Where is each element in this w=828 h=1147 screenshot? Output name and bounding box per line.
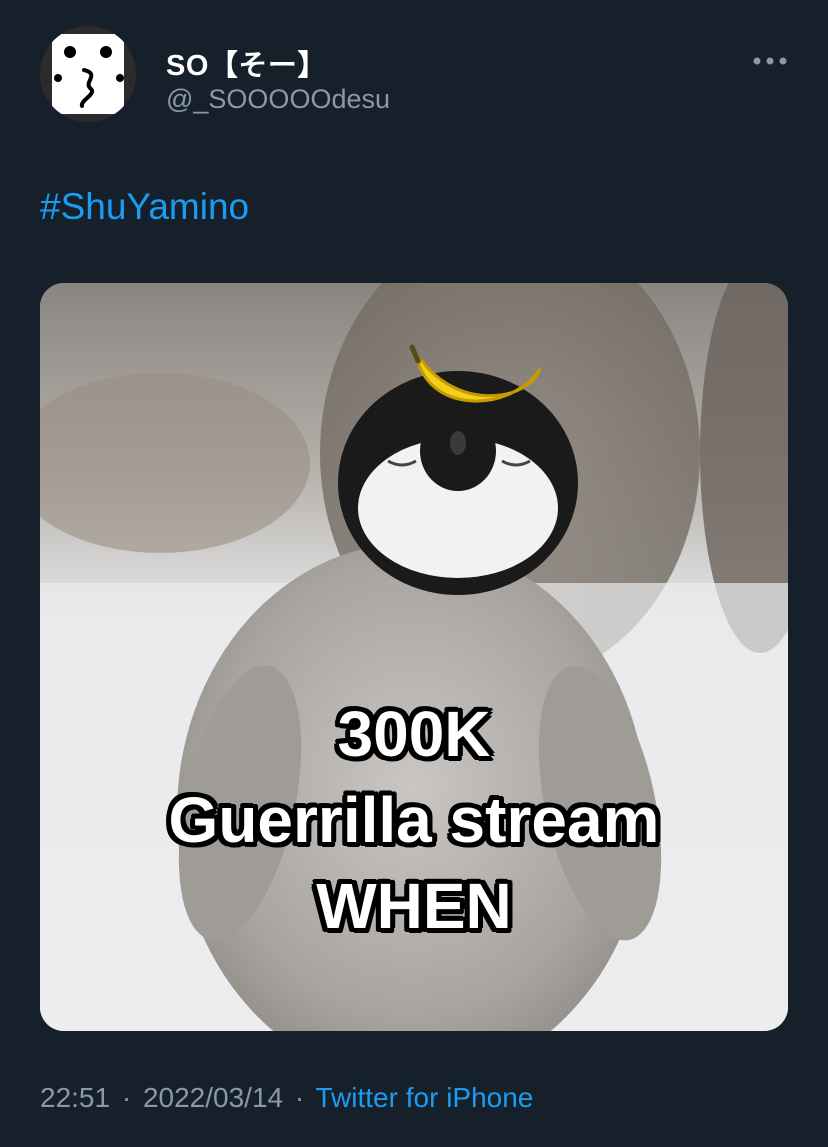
tweet: SO【そー】 @_SOOOOOdesu #ShuYamino 300K Guer…	[0, 0, 828, 1147]
tweet-time[interactable]: 22:51	[40, 1082, 110, 1113]
caption-line: 300K	[337, 698, 491, 770]
meta-separator: ·	[294, 1082, 305, 1113]
display-name[interactable]: SO【そー】	[166, 42, 327, 84]
more-options-button[interactable]	[750, 50, 790, 72]
caption-line: WHEN	[316, 870, 512, 942]
avatar-face-icon	[40, 26, 136, 122]
tweet-meta: 22:51 · 2022/03/14 · Twitter for iPhone	[40, 1082, 533, 1114]
avatar[interactable]	[40, 26, 136, 122]
tweet-media-image[interactable]: 300K Guerrilla stream WHEN	[40, 283, 788, 1031]
image-caption: 300K Guerrilla stream WHEN	[40, 691, 788, 949]
hashtag-link[interactable]: #ShuYamino	[40, 186, 249, 228]
more-options-icon	[753, 57, 787, 65]
tweet-source-link[interactable]: Twitter for iPhone	[316, 1082, 534, 1113]
caption-line: Guerrilla stream	[168, 784, 660, 856]
tweet-date[interactable]: 2022/03/14	[143, 1082, 283, 1113]
user-handle[interactable]: @_SOOOOOdesu	[166, 84, 390, 115]
meta-separator: ·	[121, 1082, 132, 1113]
